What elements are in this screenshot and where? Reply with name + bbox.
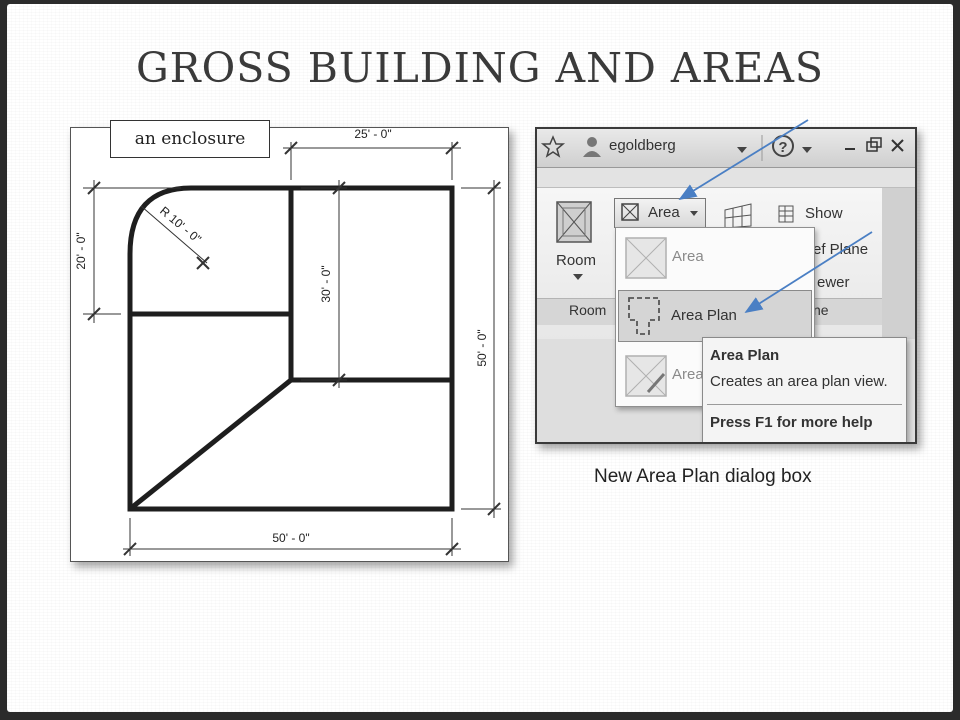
tooltip-help: Press F1 for more help — [710, 414, 873, 431]
star-icon[interactable] — [540, 135, 566, 158]
dim-bottom-label: 50' - 0" — [272, 531, 309, 545]
tooltip-divider — [707, 404, 902, 405]
menu-item-area[interactable]: Area — [618, 232, 812, 284]
room-dropdown-icon[interactable] — [569, 272, 589, 282]
floor-plan-svg: 25' - 0" 20' - 0" R 10' - 0" 30' - 0" 50… — [74, 128, 501, 556]
screenshot-caption: New Area Plan dialog box — [594, 466, 812, 487]
menu-item-area-plan[interactable]: Area Plan — [618, 290, 812, 342]
ref-plane-label[interactable]: ef Plane — [813, 241, 868, 258]
panel-room-label: Room — [569, 302, 607, 318]
room-icon[interactable] — [555, 200, 595, 246]
grid-icon[interactable] — [723, 200, 757, 230]
show-icon[interactable] — [777, 204, 799, 226]
menu-item-area-plan-label: Area Plan — [671, 307, 737, 324]
dim-middle-label: 30' - 0" — [319, 265, 333, 302]
show-button-label[interactable]: Show — [805, 205, 843, 222]
dim-left-label: 20' - 0" — [74, 232, 88, 269]
area-plan-tooltip: Area Plan Creates an area plan view. Pre… — [702, 337, 907, 442]
panel-plane-label: ne — [813, 302, 829, 318]
tooltip-description: Creates an area plan view. — [710, 373, 888, 390]
area-plan-icon — [628, 297, 660, 335]
slide-title: GROSS BUILDING AND AREAS — [135, 44, 825, 92]
ribbon-scroll-area — [882, 188, 915, 340]
user-dropdown-icon[interactable] — [737, 147, 747, 153]
menu-item-area-label: Area — [672, 248, 704, 265]
enclosure-callout: an enclosure — [110, 120, 270, 158]
floor-plan-drawing: 25' - 0" 20' - 0" R 10' - 0" 30' - 0" 50… — [70, 127, 509, 562]
help-dropdown-icon[interactable] — [802, 147, 812, 153]
room-button-label[interactable]: Room — [556, 252, 596, 269]
toolbar-icons: ? — [540, 135, 904, 161]
area-large-icon — [625, 237, 667, 279]
area-button-label: Area — [648, 204, 680, 221]
user-icon — [587, 137, 597, 147]
walls — [127, 185, 455, 512]
username-label: egoldberg — [609, 137, 676, 154]
area-dropdown-icon — [690, 211, 698, 216]
tooltip-title: Area Plan — [710, 347, 780, 364]
title-toolbar: ? egoldberg — [537, 129, 915, 168]
area-icon — [621, 203, 639, 221]
interior-wall-diagonal — [128, 378, 293, 511]
menu-item-area-secondary-label: Area — [672, 366, 704, 383]
dim-top-label: 25' - 0" — [354, 128, 391, 141]
area-tag-icon — [625, 355, 667, 397]
svg-text:?: ? — [778, 139, 787, 156]
dim-right-label: 50' - 0" — [475, 329, 489, 366]
revit-ui-screenshot: ? egoldberg Room Area Show ef Plane ewer… — [535, 127, 917, 444]
viewer-label[interactable]: ewer — [817, 274, 850, 291]
